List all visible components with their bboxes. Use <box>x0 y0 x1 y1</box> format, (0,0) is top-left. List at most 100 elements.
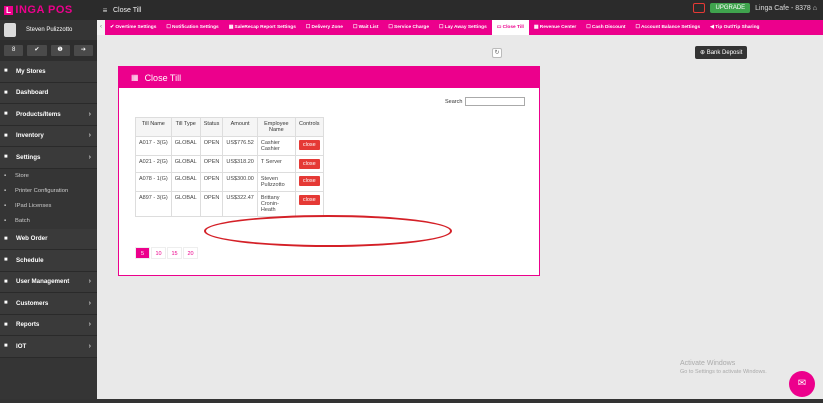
table-row: A021 - 2(G) GLOBAL OPEN US$318.20 T Server cl… <box>135 155 324 173</box>
avatar <box>4 23 16 37</box>
sidebar-item-label: Products/Items <box>16 110 61 118</box>
tabs-scroll-left[interactable]: ‹ <box>97 20 105 35</box>
store-icon: ■ <box>4 68 8 75</box>
cell-name: A078 - 1(G) <box>135 172 172 192</box>
chevron-right-icon: › <box>88 132 91 140</box>
cell-controls: close <box>294 191 324 217</box>
panel-title: Close Till <box>144 72 182 83</box>
column-header[interactable]: Till Name <box>135 117 172 137</box>
tab-notification-settings[interactable]: ☐ Notification Settings <box>161 20 223 35</box>
upgrade-button[interactable]: UPGRADE <box>710 3 751 13</box>
lock-icon[interactable]: 8 <box>4 45 24 56</box>
logout-icon[interactable]: ➔ <box>73 45 93 56</box>
close-till-button[interactable]: close <box>298 140 320 150</box>
cell-type: GLOBAL <box>170 136 201 156</box>
products-icon: ■ <box>4 111 8 118</box>
sidebar-item-schedule[interactable]: ■ Schedule <box>0 250 97 272</box>
monitor-icon[interactable] <box>693 3 706 13</box>
page-size-5[interactable]: 5 <box>135 247 150 259</box>
sidebar-item-my-stores[interactable]: ■ My Stores <box>0 61 97 83</box>
sidebar-subitem-store[interactable]: ▪ Store <box>0 168 97 184</box>
edit-icon[interactable]: ✔ <box>27 45 47 56</box>
sidebar-item-inventory[interactable]: ■ Inventory › <box>0 125 97 147</box>
sidebar-item-customers[interactable]: ■ Customers › <box>0 293 97 315</box>
menu-icon[interactable]: ≡ <box>97 6 113 15</box>
page-size-10[interactable]: 10 <box>151 247 166 259</box>
cell-name: A897 - 3(G) <box>135 191 172 217</box>
tab-salerecap-report-settings[interactable]: ▦ SaleRecap Report Settings <box>224 20 301 35</box>
sidebar-item-label: Reports <box>16 321 40 329</box>
cell-type: GLOBAL <box>170 172 201 192</box>
page-size-selector: 5 10 15 20 <box>135 247 198 259</box>
main-content: ↻ ⊕ Bank Deposit ▦ Close Till Search Til… <box>97 35 823 401</box>
tab-tip-out-tip-sharing[interactable]: ◀ Tip Out/Tip Sharing <box>705 20 764 35</box>
page-size-15[interactable]: 15 <box>167 247 182 259</box>
chat-icon[interactable]: ✉ <box>789 371 815 397</box>
sidebar-item-products-items[interactable]: ■ Products/Items › <box>0 104 97 126</box>
tab-overtime-settings[interactable]: ✔ Overtime Settings <box>105 20 161 35</box>
column-header[interactable]: Employee Name <box>256 117 296 137</box>
tab-close-till[interactable]: ▭ Close Till <box>491 20 529 35</box>
tab-wait-list[interactable]: ☐ Wait List <box>348 20 383 35</box>
settings-icon: ■ <box>4 154 8 161</box>
sidebar-item-user-management[interactable]: ■ User Management › <box>0 271 97 293</box>
sidebar-item-iot[interactable]: ■ IOT › <box>0 336 97 358</box>
search-input[interactable] <box>465 97 526 106</box>
sidebar-item-label: Customers <box>16 299 49 307</box>
grid-icon: ▦ <box>131 73 139 82</box>
refresh-icon[interactable]: ↻ <box>492 48 502 58</box>
tab-delivery-zone[interactable]: ☐ Delivery Zone <box>301 20 348 35</box>
cell-employee: T Server <box>256 155 296 173</box>
sidebar-subitem-printer-configuration[interactable]: ▪ Printer Configuration <box>0 183 97 199</box>
column-header: Controls <box>294 117 324 137</box>
home-icon: ⌂ <box>812 4 817 12</box>
dashboard-icon: ■ <box>4 89 8 96</box>
cell-amount: US$776.52 <box>222 136 258 156</box>
quick-actions: 8 ✔ ❶ ➔ <box>0 40 97 61</box>
sidebar-item-label: Web Order <box>16 235 48 243</box>
tab-lay-away-settings[interactable]: ☐ Lay Away Settings <box>434 20 492 35</box>
column-header[interactable]: Till Type <box>170 117 201 137</box>
close-till-button[interactable]: close <box>298 176 320 186</box>
linga-logo[interactable]: L INGA POS <box>0 0 97 20</box>
cell-employee: Cashier Cashier <box>256 136 296 156</box>
user-profile[interactable]: Steven Pulizzotto <box>0 20 97 40</box>
customers-icon: ■ <box>4 300 8 307</box>
chevron-right-icon: › <box>88 110 91 118</box>
tab-account-balance-settings[interactable]: ☐ Account Balance Settings <box>630 20 705 35</box>
info-icon[interactable]: ❶ <box>50 45 70 56</box>
sidebar-item-reports[interactable]: ■ Reports › <box>0 314 97 336</box>
sidebar-item-web-order[interactable]: ■ Web Order <box>0 228 97 250</box>
sidebar-subitem-label: Batch <box>15 218 30 224</box>
windows-activation-watermark: Activate Windows Go to Settings to activ… <box>680 360 767 375</box>
sidebar-item-label: My Stores <box>16 67 46 75</box>
table-row: A017 - 3(G) GLOBAL OPEN US$776.52 Cashier Ca… <box>135 136 324 156</box>
web-order-icon: ■ <box>4 235 8 242</box>
close-till-button[interactable]: close <box>298 159 320 169</box>
highlight-annotation-oval <box>204 215 452 247</box>
sidebar-subitem-batch[interactable]: ▪ Batch <box>0 213 97 229</box>
tab-revenue-center[interactable]: ▦ Revenue Center <box>529 20 581 35</box>
bank-deposit-button[interactable]: ⊕ Bank Deposit <box>695 46 748 59</box>
chevron-right-icon: › <box>88 342 91 350</box>
tab-service-charge[interactable]: ☐ Service Charge <box>383 20 434 35</box>
sidebar-item-label: Dashboard <box>16 89 49 97</box>
iot-icon: ■ <box>4 343 8 350</box>
user-name: Steven Pulizzotto <box>26 27 73 33</box>
sidebar-subitem-label: IPad Licenses <box>15 203 52 209</box>
store-selector[interactable]: Linga Cafe - 8378 ⌂ <box>755 5 817 12</box>
cell-controls: close <box>294 172 324 192</box>
page-size-20[interactable]: 20 <box>183 247 198 259</box>
sidebar-item-dashboard[interactable]: ■ Dashboard <box>0 82 97 104</box>
sidebar-subitem-label: Printer Configuration <box>15 188 69 194</box>
sidebar-item-settings[interactable]: ■ Settings › <box>0 147 97 169</box>
sidebar-item-label: Inventory <box>16 132 44 140</box>
tab-cash-discount[interactable]: ☐ Cash Discount <box>581 20 630 35</box>
close-till-button[interactable]: close <box>298 195 320 205</box>
sidebar-subitem-ipad-licenses[interactable]: ▪ IPad Licenses <box>0 198 97 214</box>
search-label: Search <box>445 98 463 105</box>
sidebar-item-label: User Management <box>16 278 70 286</box>
column-header[interactable]: Amount <box>222 117 258 137</box>
reports-icon: ■ <box>4 321 8 328</box>
column-header[interactable]: Status <box>199 117 224 137</box>
